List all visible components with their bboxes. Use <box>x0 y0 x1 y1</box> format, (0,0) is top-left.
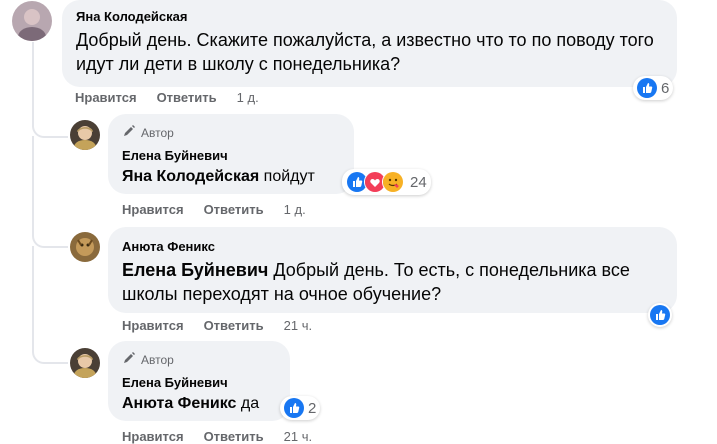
pencil-icon <box>122 124 136 141</box>
care-reaction-icon <box>382 171 404 193</box>
like-link[interactable]: Нравится <box>122 318 184 333</box>
comment-author[interactable]: Елена Буйневич <box>122 148 228 163</box>
comment-text-line: Анюта Феникс да <box>122 394 259 414</box>
reaction-summary[interactable]: 6 <box>633 76 674 100</box>
comment-actions: Нравится Ответить 21 ч. <box>122 318 312 333</box>
like-reaction-icon <box>650 305 670 325</box>
thread-line <box>32 136 68 248</box>
author-badge: Автор <box>122 124 174 141</box>
comment-author[interactable]: Елена Буйневич <box>122 375 228 390</box>
comment-actions: Нравится Ответить 1 д. <box>75 90 259 105</box>
comment-text: Добрый день. Скажите пожалуйста, а извес… <box>76 30 654 74</box>
avatar[interactable] <box>70 348 100 378</box>
like-reaction-icon <box>284 398 304 418</box>
reply-link[interactable]: Ответить <box>204 202 264 217</box>
author-badge-label: Автор <box>141 352 174 367</box>
avatar[interactable] <box>12 1 52 41</box>
author-badge-label: Автор <box>141 125 174 140</box>
reaction-summary[interactable]: 24 <box>342 169 431 195</box>
comment-author[interactable]: Анюта Феникс <box>122 239 215 254</box>
timestamp[interactable]: 21 ч. <box>284 318 312 333</box>
comment-bubble: Автор Елена Буйневич Яна Колодейская пой… <box>108 114 354 194</box>
comment-actions: Нравится Ответить 1 д. <box>122 202 306 217</box>
reply-link[interactable]: Ответить <box>204 318 264 333</box>
mention-link[interactable]: Яна Колодейская <box>122 168 259 185</box>
comment-text-block: Елена Буйневич Добрый день. То есть, с п… <box>122 258 662 306</box>
avatar[interactable] <box>70 232 100 262</box>
comment-text-line: Яна Колодейская пойдут <box>122 167 315 187</box>
mention-link[interactable]: Елена Буйневич <box>122 260 268 280</box>
reply-link[interactable]: Ответить <box>157 90 217 105</box>
reaction-count: 24 <box>410 173 427 191</box>
thread-line <box>32 42 68 138</box>
comment-bubble: Автор Елена Буйневич Анюта Феникс да <box>108 341 290 421</box>
comment-bubble: Анюта Феникс Елена Буйневич Добрый день.… <box>108 227 677 313</box>
pencil-icon <box>122 351 136 368</box>
like-link[interactable]: Нравится <box>75 90 137 105</box>
reaction-summary[interactable]: 2 <box>280 396 321 420</box>
avatar[interactable] <box>70 120 100 150</box>
thread-line <box>32 246 68 364</box>
timestamp[interactable]: 1 д. <box>284 202 306 217</box>
reaction-count: 6 <box>661 79 670 97</box>
reaction-count: 2 <box>308 399 317 417</box>
timestamp[interactable]: 1 д. <box>237 90 259 105</box>
reaction-summary[interactable] <box>648 303 672 327</box>
like-link[interactable]: Нравится <box>122 202 184 217</box>
comment-author[interactable]: Яна Колодейская <box>76 9 187 24</box>
like-reaction-icon <box>637 78 657 98</box>
comment-bubble: Яна Колодейская Добрый день. Скажите пож… <box>62 0 677 87</box>
mention-link[interactable]: Анюта Феникс <box>122 395 236 412</box>
comment-text: пойдут <box>263 168 315 185</box>
author-badge: Автор <box>122 351 174 368</box>
comment-text: да <box>240 395 260 412</box>
